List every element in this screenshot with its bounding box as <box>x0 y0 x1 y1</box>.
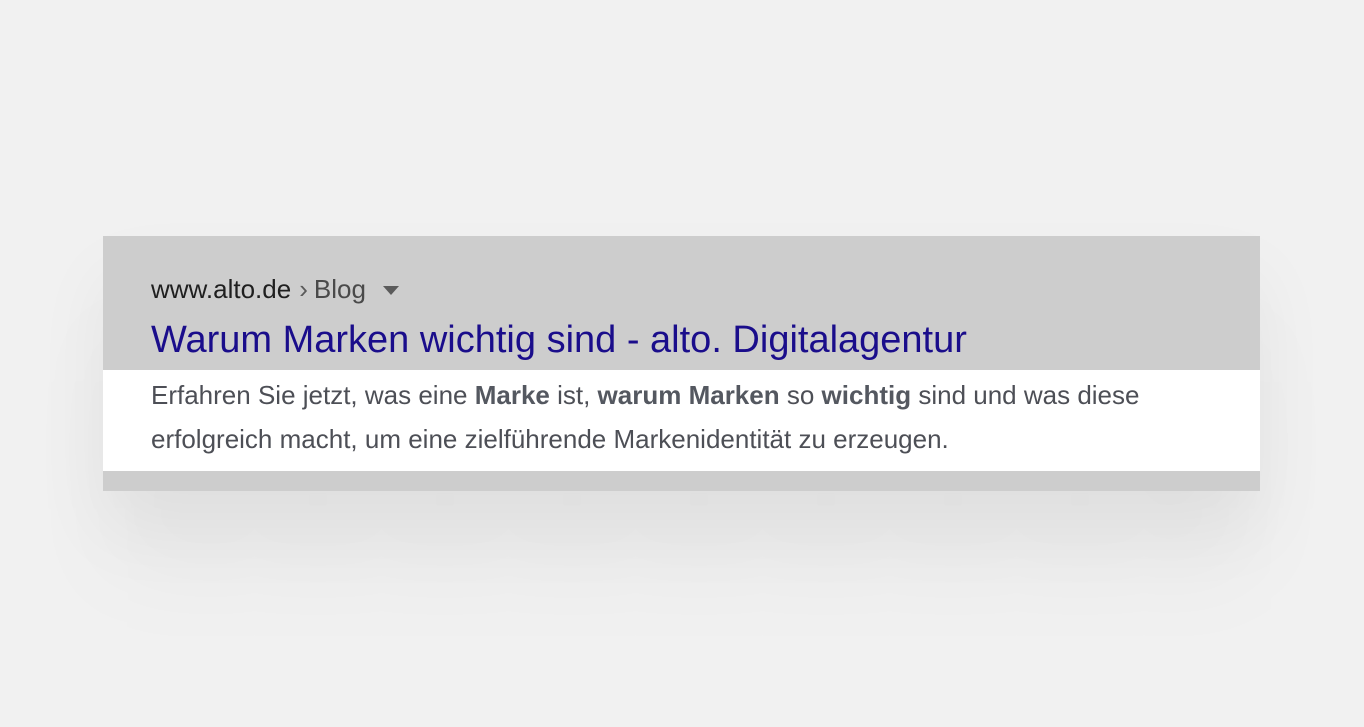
snippet-keyword: Marke <box>474 380 550 410</box>
result-domain[interactable]: www.alto.de <box>151 274 291 305</box>
caret-down-icon[interactable] <box>382 285 399 295</box>
result-snippet: Erfahren Sie jetzt, was eine Marke ist, … <box>151 373 1241 461</box>
breadcrumb: www.alto.de › Blog <box>151 273 399 305</box>
snippet-keyword: wichtig <box>821 380 912 410</box>
breadcrumb-separator: › <box>299 273 308 304</box>
snippet-keyword: warum Marken <box>597 380 780 410</box>
search-result-card: www.alto.de › Blog Warum Marken wichtig … <box>103 236 1260 491</box>
snippet-text: so <box>779 380 822 410</box>
snippet-text: ist, <box>549 380 598 410</box>
snippet-text: Erfahren Sie jetzt, was eine <box>151 380 475 410</box>
snippet-highlight: Erfahren Sie jetzt, was eine Marke ist, … <box>103 370 1260 471</box>
breadcrumb-path[interactable]: Blog <box>314 274 366 305</box>
result-title-link[interactable]: Warum Marken wichtig sind - alto. Digita… <box>151 318 967 362</box>
